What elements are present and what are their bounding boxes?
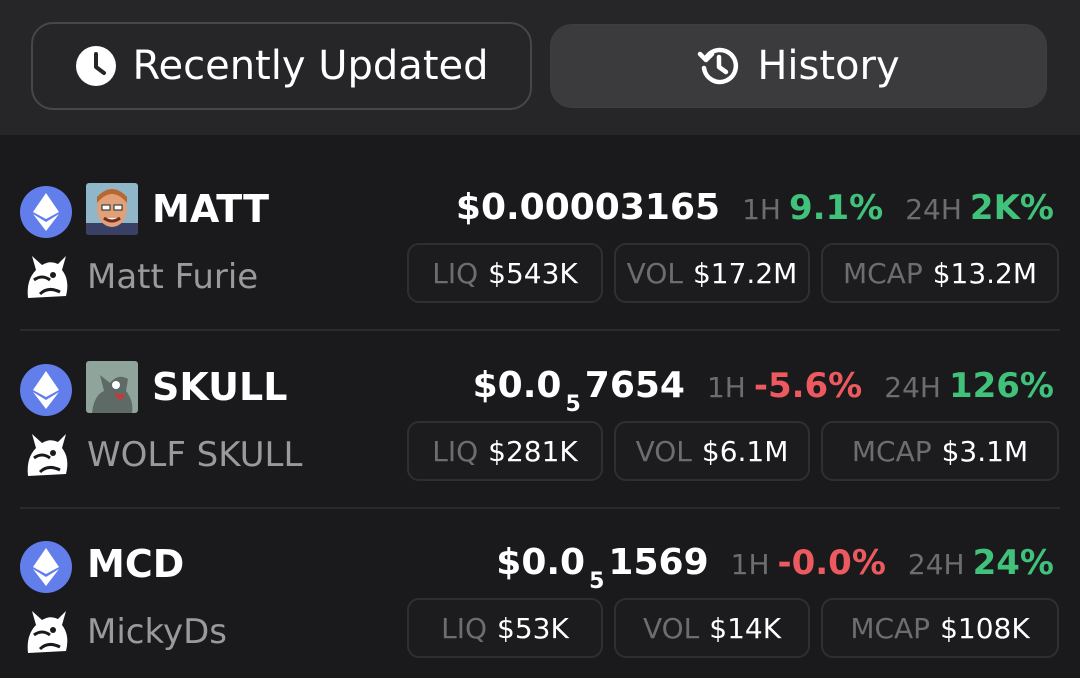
market-cap-pill: MCAP $3.1M bbox=[821, 421, 1059, 481]
token-avatar bbox=[86, 183, 138, 235]
volume-pill: VOL $17.2M bbox=[614, 243, 810, 303]
change-1h: -5.6% bbox=[753, 366, 863, 406]
label-1h: 1H bbox=[706, 371, 746, 404]
token-row[interactable]: MCD $0.0 5 1569 1H -0.0% 24H 24% MickyDs L… bbox=[0, 515, 1080, 678]
label-1h: 1H bbox=[742, 193, 781, 226]
token-row[interactable]: SKULL $0.0 5 7654 1H -5.6% 24H 126% WOLF S… bbox=[0, 338, 1080, 516]
label-24h: 24H bbox=[905, 193, 962, 226]
tab-history[interactable]: History bbox=[550, 24, 1047, 108]
price-stats: $0.0 5 7654 1H -5.6% 24H 126% bbox=[472, 365, 1054, 417]
clock-icon bbox=[75, 45, 117, 87]
ethereum-icon bbox=[20, 541, 72, 593]
tab-recently-updated[interactable]: Recently Updated bbox=[31, 22, 532, 110]
price-stats: $0.00003165 1H 9.1% 24H 2K% bbox=[456, 190, 1054, 226]
ethereum-icon bbox=[20, 364, 72, 416]
liquidity-pill: LIQ $543K bbox=[407, 243, 603, 303]
token-price: $0.0 5 1569 bbox=[496, 542, 709, 594]
uniswap-icon bbox=[20, 605, 72, 657]
token-name: MickyDs bbox=[87, 612, 227, 652]
change-1h: 9.1% bbox=[788, 188, 884, 228]
token-name: WOLF SKULL bbox=[87, 435, 303, 475]
token-avatar bbox=[86, 361, 138, 413]
market-cap-pill: MCAP $108K bbox=[821, 598, 1059, 658]
label-24h: 24H bbox=[907, 548, 965, 581]
history-icon bbox=[697, 44, 741, 88]
row-divider bbox=[20, 329, 1060, 331]
token-name: Matt Furie bbox=[87, 257, 259, 297]
token-symbol: MATT bbox=[152, 187, 269, 231]
tab-recently-updated-label: Recently Updated bbox=[132, 43, 489, 89]
volume-pill: VOL $14K bbox=[614, 598, 810, 658]
change-24h: 24% bbox=[972, 543, 1054, 583]
token-row[interactable]: MATT $0.00003165 1H 9.1% 24H 2K% Matt Fu… bbox=[0, 160, 1080, 338]
liquidity-pill: LIQ $281K bbox=[407, 421, 603, 481]
token-price: $0.00003165 bbox=[455, 187, 721, 228]
token-price: $0.0 5 7654 bbox=[472, 365, 685, 417]
uniswap-icon bbox=[20, 428, 72, 480]
row-divider bbox=[20, 507, 1060, 509]
market-cap-pill: MCAP $13.2M bbox=[821, 243, 1059, 303]
top-tab-bar: Recently Updated History bbox=[0, 0, 1080, 135]
token-symbol: SKULL bbox=[152, 365, 288, 409]
label-1h: 1H bbox=[730, 548, 770, 581]
change-1h: -0.0% bbox=[777, 543, 886, 583]
change-24h: 2K% bbox=[969, 188, 1054, 228]
token-symbol: MCD bbox=[87, 542, 185, 586]
uniswap-icon bbox=[20, 250, 72, 302]
tab-history-label: History bbox=[757, 43, 900, 89]
ethereum-icon bbox=[20, 186, 72, 238]
liquidity-pill: LIQ $53K bbox=[407, 598, 603, 658]
label-24h: 24H bbox=[884, 371, 941, 404]
change-24h: 126% bbox=[948, 366, 1054, 406]
price-stats: $0.0 5 1569 1H -0.0% 24H 24% bbox=[496, 542, 1054, 594]
volume-pill: VOL $6.1M bbox=[614, 421, 810, 481]
